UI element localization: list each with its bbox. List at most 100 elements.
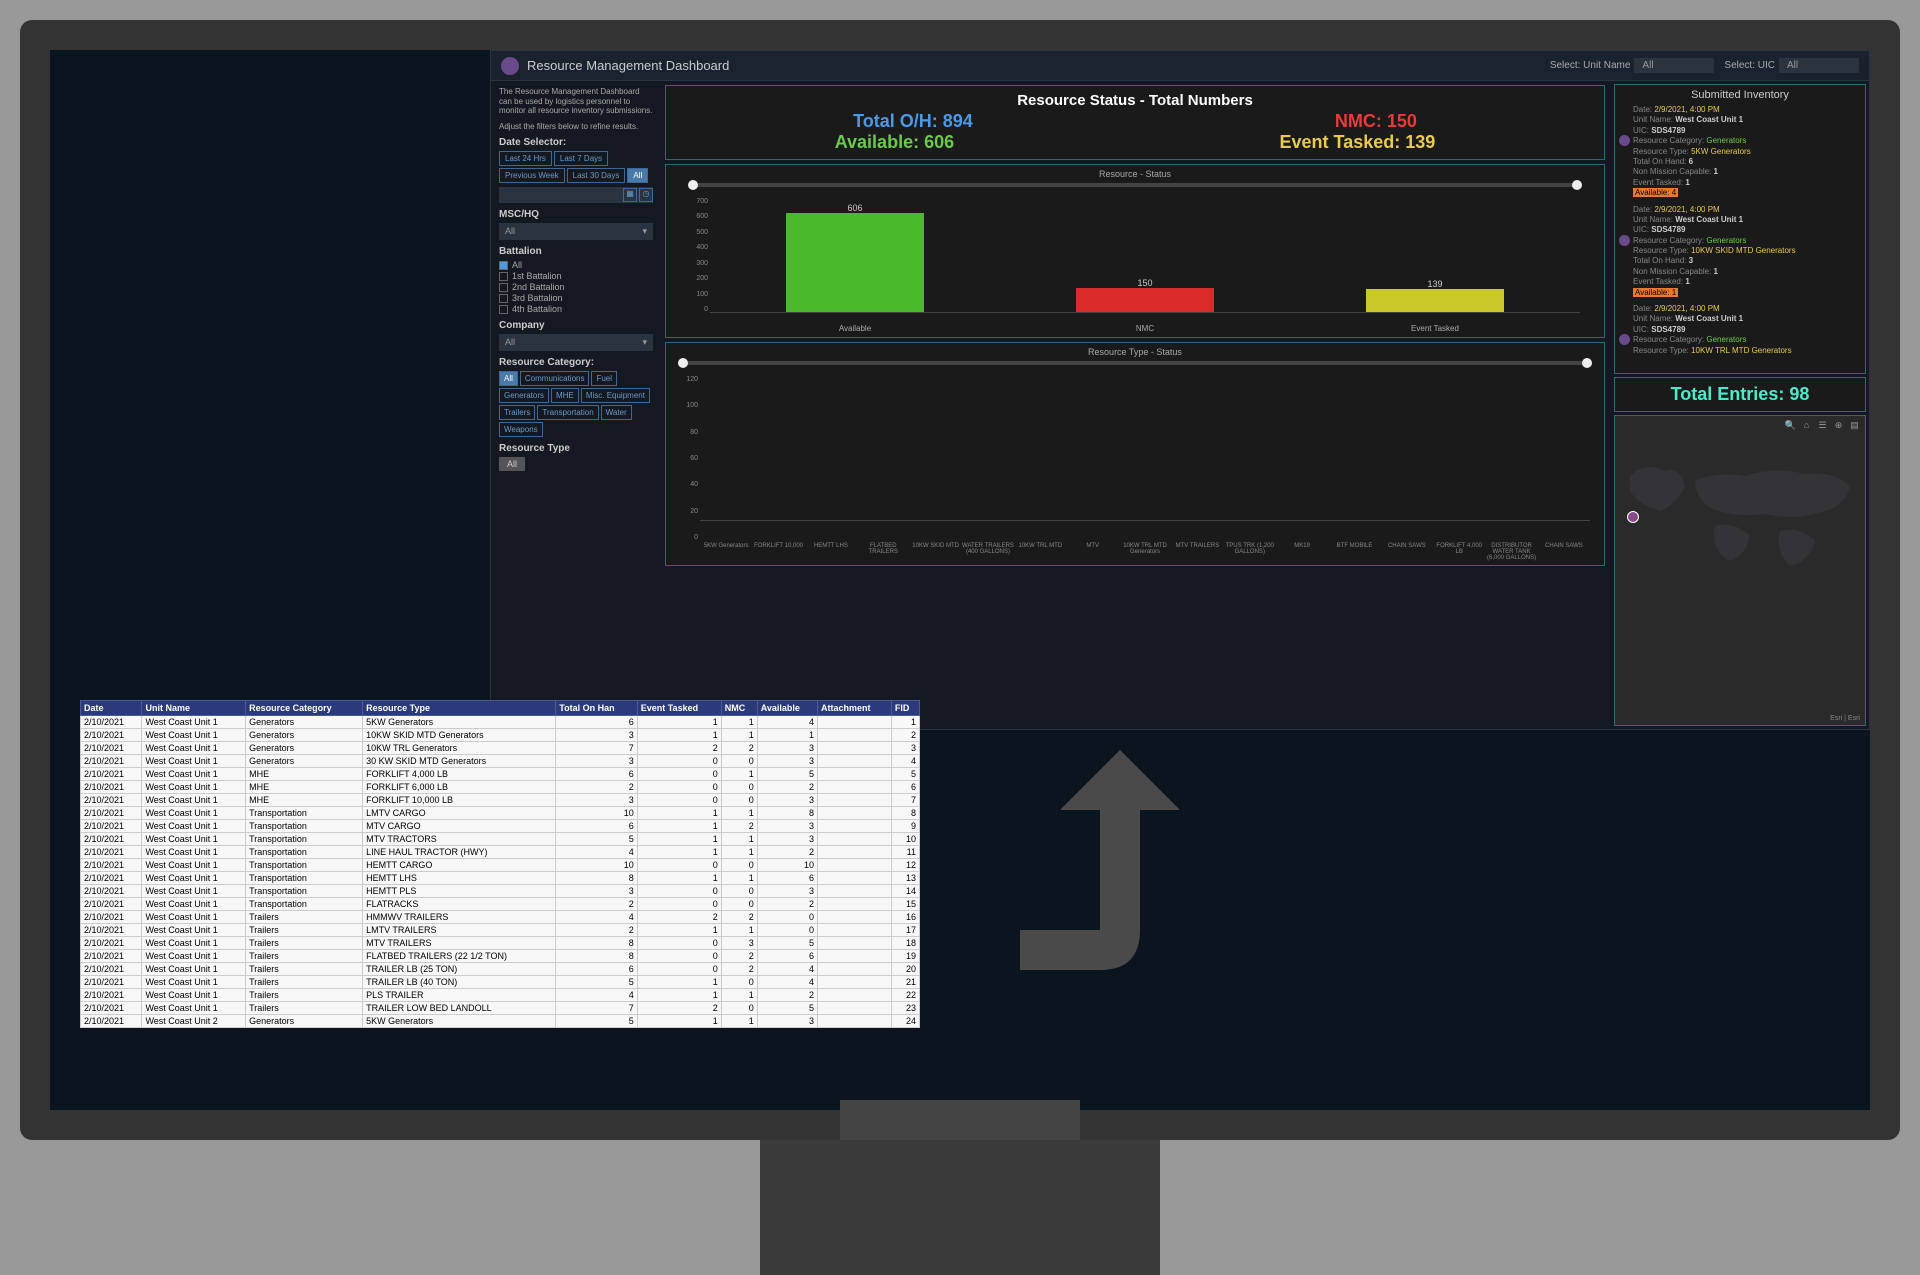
globe-icon[interactable]: ⊕ — [1832, 420, 1845, 433]
table-row: 2/10/2021West Coast Unit 1Generators5KW … — [81, 716, 920, 729]
table-header[interactable]: Available — [757, 701, 817, 716]
sidebar-description-1: The Resource Management Dashboard can be… — [499, 87, 653, 116]
clock-icon[interactable]: ◷ — [639, 188, 653, 202]
table-row: 2/10/2021West Coast Unit 1TrailersTRAILE… — [81, 1002, 920, 1015]
date-selector-label: Date Selector: — [499, 137, 653, 148]
inventory-item[interactable]: Date: 2/9/2021, 4:00 PMUnit Name: West C… — [1619, 205, 1861, 299]
type-filter-button[interactable]: All — [499, 457, 525, 471]
chart-resource-status: Resource - Status 0100200300400500600700… — [665, 164, 1605, 338]
category-btn[interactable]: MHE — [551, 388, 579, 403]
dashboard-app: Resource Management Dashboard Select: Un… — [490, 50, 1870, 730]
inventory-item[interactable]: Date: 2/9/2021, 4:00 PMUnit Name: West C… — [1619, 304, 1861, 356]
battalion-checkbox[interactable]: 2nd Battalion — [499, 282, 653, 292]
category-btn[interactable]: Water — [601, 405, 632, 420]
date-input[interactable]: ▦ ◷ — [499, 187, 653, 203]
chart1-bars: 606150139 — [710, 198, 1580, 313]
category-btn[interactable]: Weapons — [499, 422, 543, 437]
calendar-icon[interactable]: ▦ — [623, 188, 637, 202]
table-row: 2/10/2021West Coast Unit 1TrailersTRAILE… — [81, 963, 920, 976]
company-label: Company — [499, 320, 653, 331]
table-row: 2/10/2021West Coast Unit 1TrailersTRAILE… — [81, 976, 920, 989]
category-btn[interactable]: All — [499, 371, 518, 386]
msc-label: MSC/HQ — [499, 209, 653, 220]
inventory-item[interactable]: Date: 2/9/2021, 4:00 PMUnit Name: West C… — [1619, 105, 1861, 199]
select-uic-dropdown[interactable]: All — [1779, 58, 1859, 73]
table-row: 2/10/2021West Coast Unit 1TrailersHMMWV … — [81, 911, 920, 924]
table-row: 2/10/2021West Coast Unit 1Transportation… — [81, 872, 920, 885]
chart-resource-type-status: Resource Type - Status 020406080100120 5… — [665, 342, 1605, 566]
category-btn[interactable]: Communications — [520, 371, 590, 386]
slider-handle-left[interactable] — [678, 358, 688, 368]
battalion-checkbox[interactable]: 1st Battalion — [499, 271, 653, 281]
date-btn-last-7-days[interactable]: Last 7 Days — [554, 151, 608, 166]
table-header[interactable]: Total On Han — [556, 701, 637, 716]
table-row: 2/10/2021West Coast Unit 1MHEFORKLIFT 10… — [81, 794, 920, 807]
main-content: Resource Status - Total Numbers Total O/… — [661, 81, 1609, 729]
slider-handle-left[interactable] — [688, 180, 698, 190]
world-map — [1615, 436, 1865, 586]
table-row: 2/10/2021West Coast Unit 1Generators30 K… — [81, 755, 920, 768]
category-label: Resource Category: — [499, 357, 653, 368]
chart1-y-axis: 0100200300400500600700 — [690, 198, 708, 313]
type-label: Resource Type — [499, 443, 653, 454]
table-row: 2/10/2021West Coast Unit 1Generators10KW… — [81, 742, 920, 755]
monitor-frame: Resource Management Dashboard Select: Un… — [20, 20, 1900, 1140]
list-icon[interactable]: ☰ — [1816, 420, 1829, 433]
map-marker-icon[interactable] — [1627, 511, 1639, 523]
filter-sidebar: The Resource Management Dashboard can be… — [491, 81, 661, 729]
table-row: 2/10/2021West Coast Unit 1Transportation… — [81, 859, 920, 872]
date-range-buttons: Last 24 HrsLast 7 Days Previous WeekLast … — [499, 151, 653, 183]
table-row: 2/10/2021West Coast Unit 1Transportation… — [81, 898, 920, 911]
category-btn[interactable]: Misc. Equipment — [581, 388, 650, 403]
submitted-inventory-panel: Submitted Inventory Date: 2/9/2021, 4:00… — [1614, 84, 1866, 374]
select-uic-label: Select: UIC — [1724, 60, 1775, 71]
company-dropdown[interactable]: All — [499, 334, 653, 351]
category-btn[interactable]: Trailers — [499, 405, 535, 420]
layers-icon[interactable]: ▤ — [1848, 420, 1861, 433]
slider-handle-right[interactable] — [1582, 358, 1592, 368]
category-btn[interactable]: Fuel — [591, 371, 617, 386]
chart1-title: Resource - Status — [670, 169, 1600, 179]
search-icon[interactable]: 🔍 — [1784, 420, 1797, 433]
chart1-slider[interactable] — [690, 183, 1580, 187]
table-header[interactable]: Date — [81, 701, 142, 716]
table-header[interactable]: NMC — [721, 701, 757, 716]
date-btn-previous-week[interactable]: Previous Week — [499, 168, 565, 183]
chart1-x-axis: AvailableNMCEvent Tasked — [710, 324, 1580, 333]
select-unit-dropdown[interactable]: All — [1634, 58, 1714, 73]
home-icon[interactable]: ⌂ — [1800, 420, 1813, 433]
table-row: 2/10/2021West Coast Unit 1MHEFORKLIFT 4,… — [81, 768, 920, 781]
table-header[interactable]: Event Tasked — [637, 701, 721, 716]
chart2-y-axis: 020406080100120 — [680, 376, 698, 541]
battalion-checkbox[interactable]: 3rd Battalion — [499, 293, 653, 303]
right-column: Submitted Inventory Date: 2/9/2021, 4:00… — [1611, 81, 1869, 729]
map-panel[interactable]: 🔍 ⌂ ☰ ⊕ ▤ Esri | Esri — [1614, 415, 1866, 726]
table-header[interactable]: Unit Name — [142, 701, 246, 716]
select-unit-label: Select: Unit Name — [1550, 60, 1631, 71]
kpi-title: Resource Status - Total Numbers — [672, 92, 1598, 109]
category-btn[interactable]: Generators — [499, 388, 549, 403]
table-row: 2/10/2021West Coast Unit 1Transportation… — [81, 833, 920, 846]
chart2-x-axis: 5KW GeneratorsFORKLIFT 10,000HEMTT LHSFL… — [700, 543, 1590, 561]
battalion-checkbox[interactable]: All — [499, 260, 653, 270]
table-row: 2/10/2021West Coast Unit 1Transportation… — [81, 820, 920, 833]
kpi-panel: Resource Status - Total Numbers Total O/… — [665, 85, 1605, 160]
chart2-slider[interactable] — [680, 361, 1590, 365]
date-btn-last-30-days[interactable]: Last 30 Days — [567, 168, 626, 183]
date-btn-all[interactable]: All — [627, 168, 648, 183]
total-entries-text: Total Entries: 98 — [1621, 384, 1859, 405]
msc-dropdown[interactable]: All — [499, 223, 653, 240]
monitor-stand — [760, 1140, 1160, 1275]
table-row: 2/10/2021West Coast Unit 1TrailersPLS TR… — [81, 989, 920, 1002]
inventory-data-table: DateUnit NameResource CategoryResource T… — [80, 700, 920, 1028]
table-header[interactable]: Resource Category — [246, 701, 363, 716]
chart2-bars — [700, 376, 1590, 521]
battalion-checkbox[interactable]: 4th Battalion — [499, 304, 653, 314]
table-header[interactable]: Resource Type — [363, 701, 556, 716]
category-btn[interactable]: Transportation — [537, 405, 598, 420]
table-header[interactable]: FID — [891, 701, 919, 716]
table-header[interactable]: Attachment — [818, 701, 892, 716]
slider-handle-right[interactable] — [1572, 180, 1582, 190]
kpi-event-tasked: Event Tasked: 139 — [1280, 132, 1436, 153]
date-btn-last-24-hrs[interactable]: Last 24 Hrs — [499, 151, 552, 166]
